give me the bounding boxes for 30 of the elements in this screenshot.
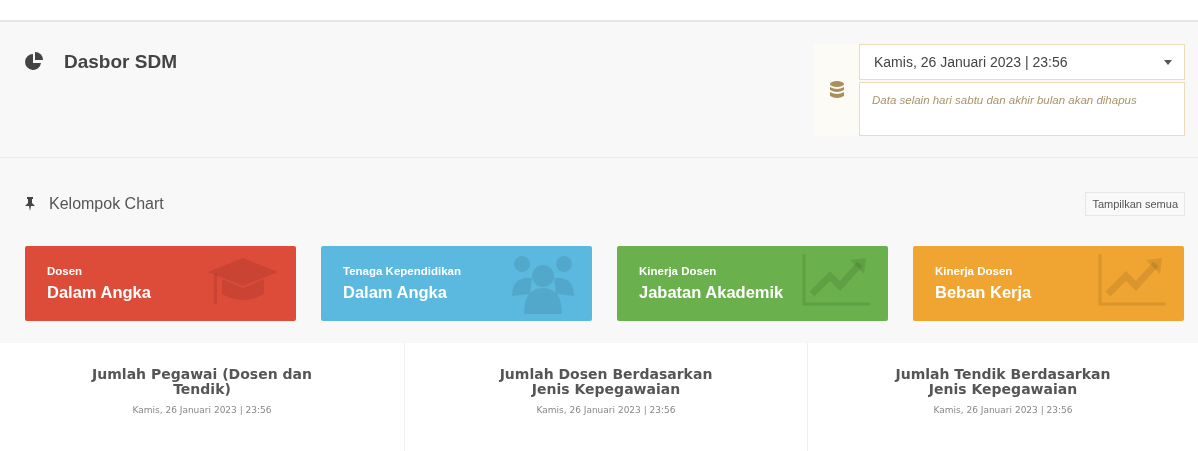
card-subtitle: Kinerja Dosen <box>935 265 1013 277</box>
pie-chart-icon <box>24 52 44 72</box>
category-card[interactable]: Kinerja Dosen Beban Kerja <box>913 246 1184 321</box>
page-title: Dasbor SDM <box>64 51 177 73</box>
category-card[interactable]: Dosen Dalam Angka <box>25 246 296 321</box>
chart-date: Kamis, 26 Januari 2023 | 23:56 <box>536 405 676 415</box>
group-title: Kelompok Chart <box>49 195 164 213</box>
note-text: Data selain hari sabtu dan akhir bulan akan dihapus <box>859 82 1185 136</box>
chart-date: Kamis, 26 Januari 2023 | 23:56 <box>132 405 272 415</box>
chart-title: Jumlah Tendik Berdasarkan Jenis Kepegawaian <box>893 367 1112 397</box>
category-card[interactable]: Tenaga Kependidikan Dalam Angka <box>321 246 592 321</box>
card-subtitle: Tenaga Kependidikan <box>343 265 461 277</box>
card-title: Dalam Angka <box>47 283 151 302</box>
caret-icon <box>1164 59 1172 65</box>
chart-title: Jumlah Dosen Berdasarkan Jenis Kepegawaian <box>498 367 714 397</box>
card-title: Dalam Angka <box>343 283 447 302</box>
card-subtitle: Kinerja Dosen <box>639 265 717 277</box>
card-title: Jabatan Akademik <box>639 283 784 302</box>
card-subtitle: Dosen <box>47 265 83 277</box>
show-all-button[interactable]: Tampilkan semua <box>1085 192 1185 216</box>
date-select[interactable]: Kamis, 26 Januari 2023 | 23:56 <box>859 44 1185 80</box>
chart-title: Jumlah Pegawai (Dosen dan Tendik) <box>90 367 313 397</box>
line-chart-icon <box>802 254 872 306</box>
card-title: Beban Kerja <box>935 283 1032 302</box>
database-icon <box>829 81 844 99</box>
category-card[interactable]: Kinerja Dosen Jabatan Akademik <box>617 246 888 321</box>
chart-date: Kamis, 26 Januari 2023 | 23:56 <box>933 405 1073 415</box>
users-icon <box>510 254 576 316</box>
pin-icon <box>25 197 35 211</box>
line-chart-icon <box>1098 254 1168 306</box>
